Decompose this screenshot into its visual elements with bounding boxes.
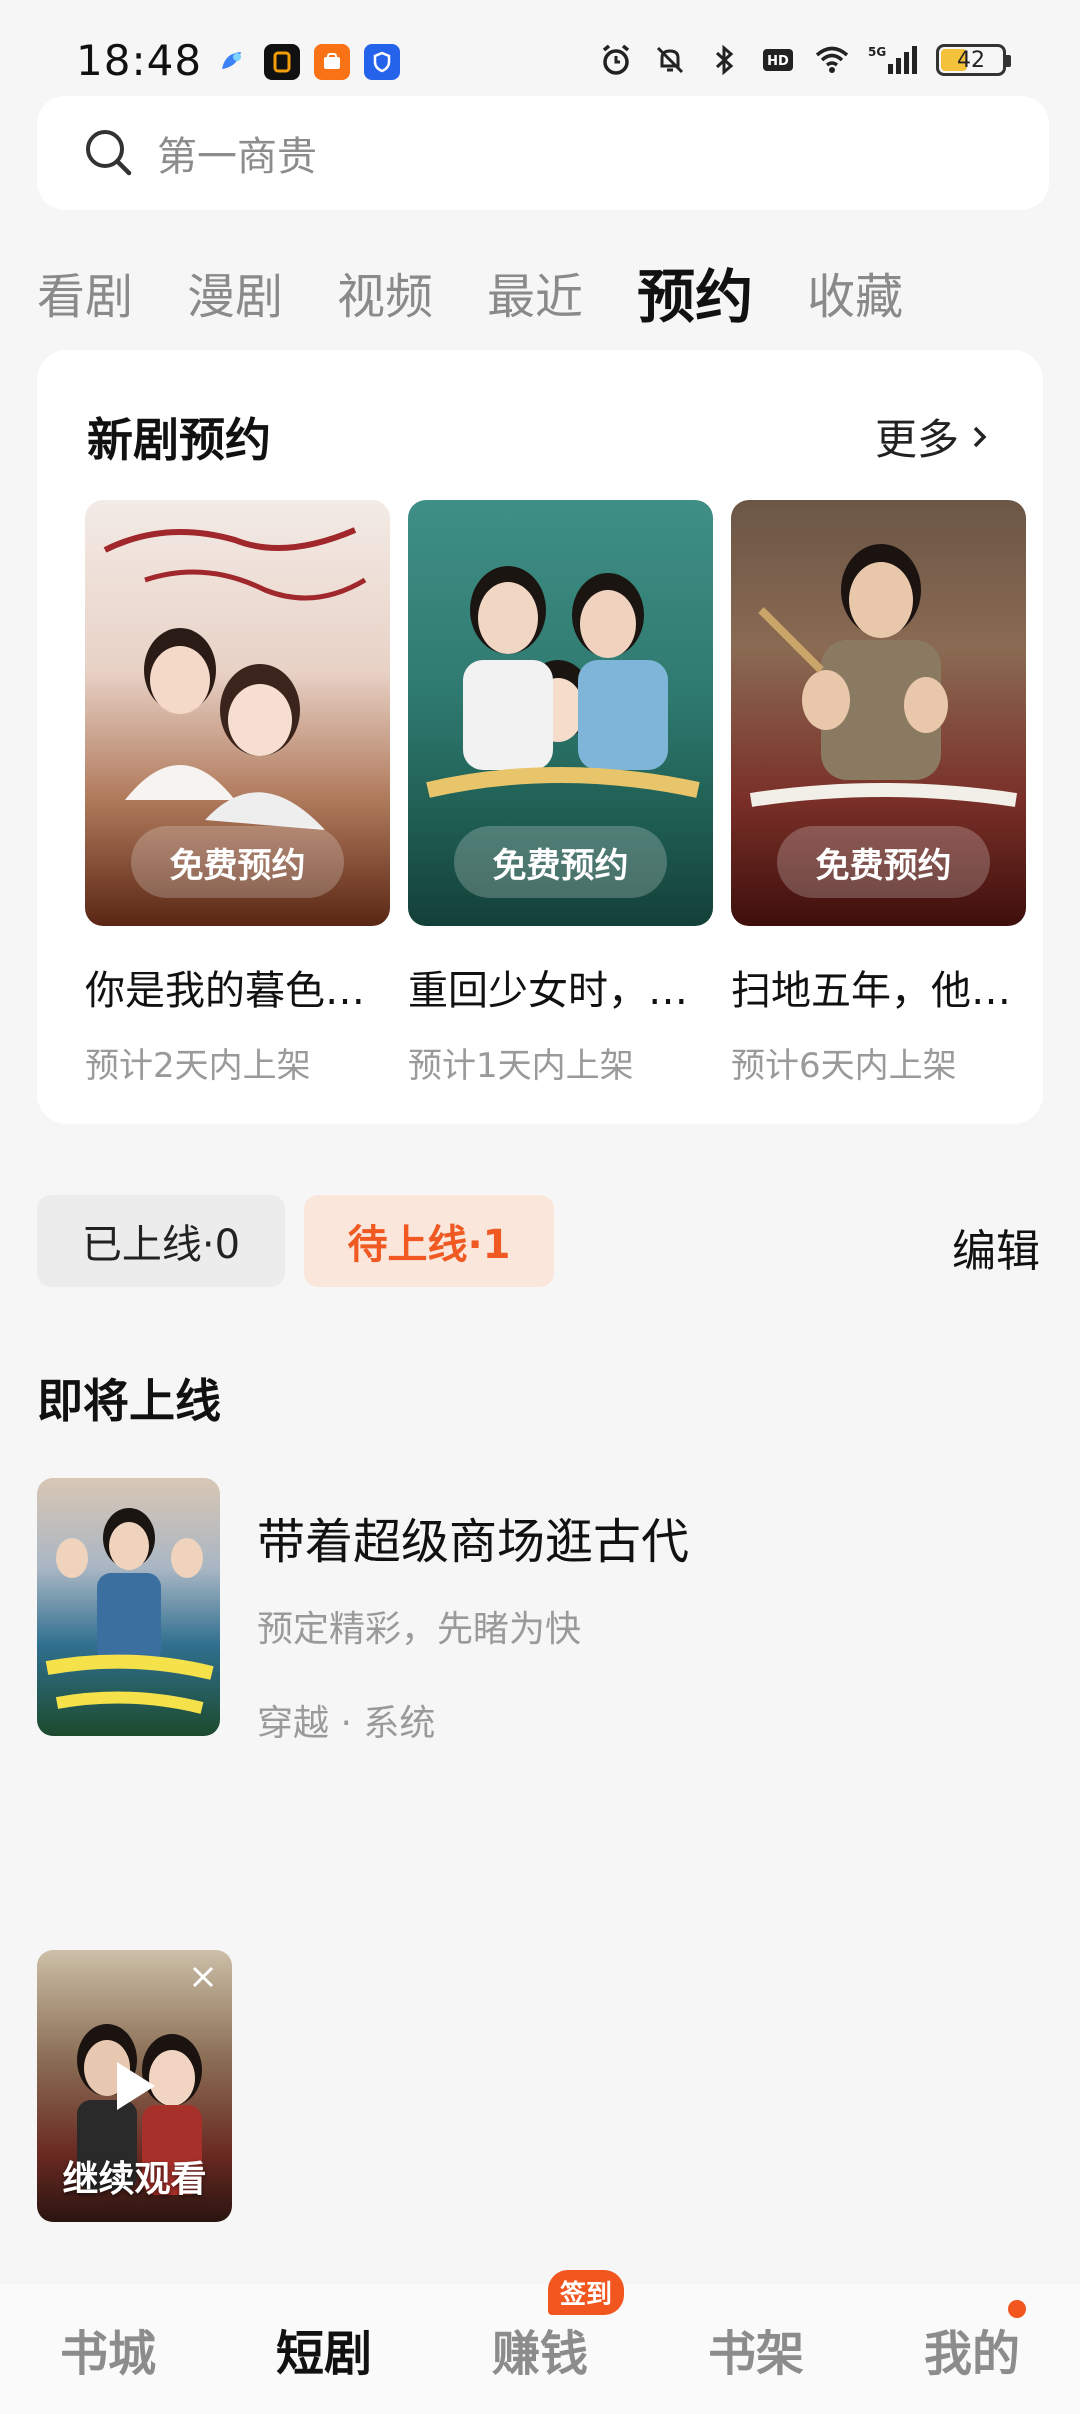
shield-app-icon <box>364 44 400 80</box>
poster-image[interactable]: 免费预约 <box>731 500 1026 926</box>
free-reserve-button[interactable]: 免费预约 <box>454 826 667 898</box>
svg-text:HD: HD <box>767 54 789 69</box>
mute-icon <box>656 46 684 74</box>
nav-earn[interactable]: 赚钱 签到 <box>440 2270 640 2384</box>
upcoming-item[interactable]: 带着超级商场逛古代 预定精彩，先睹为快 穿越 · 系统 <box>37 1478 689 1746</box>
drama-title: 你是我的暮色黯然 <box>85 968 380 1014</box>
nav-short-drama[interactable]: 短剧 <box>224 2314 424 2384</box>
play-icon[interactable] <box>109 2058 159 2114</box>
nav-earn-label: 赚钱 <box>491 2326 588 2382</box>
nav-bookshelf[interactable]: 书架 <box>656 2314 856 2384</box>
nav-bookstore[interactable]: 书城 <box>8 2314 208 2384</box>
tab-reservation[interactable]: 预约 <box>637 250 753 334</box>
more-label: 更多 <box>874 415 959 464</box>
upcoming-thumbnail[interactable] <box>37 1478 220 1736</box>
hd-icon: HD <box>763 49 793 71</box>
filter-online-chip[interactable]: 已上线·0 <box>37 1195 285 1287</box>
orange-square-app-icon <box>264 44 300 80</box>
free-reserve-button[interactable]: 免费预约 <box>131 826 344 898</box>
upcoming-title: 带着超级商场逛古代 <box>257 1514 690 1570</box>
battery-indicator: 42 <box>936 44 1011 76</box>
release-estimate: 预计1天内上架 <box>408 1046 634 1086</box>
alarm-icon <box>602 44 630 75</box>
browser-app-icon <box>214 44 250 80</box>
tab-watch[interactable]: 看剧 <box>37 257 133 327</box>
chevron-right-icon <box>973 426 987 447</box>
new-drama-card: 新剧预约 更多 免费预约 你是我的暮色黯然 预计2天内上架 免费预约 重回少女时… <box>37 350 1043 1124</box>
drama-item[interactable]: 免费预约 你是我的暮色黯然 预计2天内上架 <box>85 500 390 1087</box>
more-link[interactable]: 更多 <box>875 406 991 467</box>
drama-item[interactable]: 免费预约 扫地五年，他竟是 预计6天内上架 <box>731 500 1026 1087</box>
shop-app-icon <box>314 44 350 80</box>
tab-favorites[interactable]: 收藏 <box>807 257 903 327</box>
release-estimate: 预计2天内上架 <box>85 1046 311 1086</box>
poster-list: 免费预约 你是我的暮色黯然 预计2天内上架 免费预约 重回少女时，被 预计1天内… <box>85 500 1026 1087</box>
drama-item[interactable]: 免费预约 重回少女时，被弃之子 预计1天内上架 <box>408 500 713 1087</box>
battery-level: 42 <box>957 47 985 73</box>
section-title: 即将上线 <box>37 1374 221 1428</box>
notification-dot <box>1008 2300 1026 2318</box>
upcoming-tags: 穿越 · 系统 <box>257 1703 436 1744</box>
continue-watching-label: 继续观看 <box>62 2159 207 2200</box>
continue-watching-widget[interactable]: 继续观看 <box>37 1950 232 2222</box>
drama-title: 重回少女时，被弃之子 <box>408 968 703 1014</box>
tab-video[interactable]: 视频 <box>337 257 433 327</box>
checkin-badge: 签到 <box>548 2270 625 2315</box>
tab-comic-drama[interactable]: 漫剧 <box>187 257 283 327</box>
status-time: 18:48 <box>76 36 203 85</box>
bluetooth-icon <box>715 44 734 76</box>
search-bar[interactable]: 第一商贵 <box>37 96 1049 210</box>
drama-title: 扫地五年，他竟是 <box>731 968 1021 1014</box>
poster-image[interactable]: 免费预约 <box>408 500 713 926</box>
tab-recent[interactable]: 最近 <box>487 257 583 327</box>
filter-pending-chip[interactable]: 待上线·1 <box>304 1195 554 1287</box>
bottom-navigation: 书城 短剧 赚钱 签到 书架 我的 <box>0 2270 1080 2414</box>
poster-image[interactable]: 免费预约 <box>85 500 390 926</box>
status-notification-icons <box>214 44 400 80</box>
nav-mine-label: 我的 <box>923 2326 1020 2382</box>
status-bar: 18:48 HD 5G 42 <box>0 0 1080 90</box>
search-placeholder: 第一商贵 <box>157 134 317 180</box>
edit-button[interactable]: 编辑 <box>952 1215 1040 1279</box>
free-reserve-button[interactable]: 免费预约 <box>777 826 990 898</box>
svg-text:5G: 5G <box>868 45 886 59</box>
signal-5g-icon: 5G <box>868 45 917 74</box>
release-estimate: 预计6天内上架 <box>731 1046 957 1086</box>
upcoming-description: 预定精彩，先睹为快 <box>257 1609 582 1650</box>
wifi-icon <box>815 46 849 73</box>
card-title: 新剧预约 <box>87 413 271 467</box>
nav-mine[interactable]: 我的 <box>872 2300 1072 2384</box>
category-tabs: 看剧 漫剧 视频 最近 预约 收藏 <box>37 250 957 334</box>
close-icon[interactable] <box>188 1962 218 1992</box>
search-icon <box>86 130 132 176</box>
status-system-icons: HD 5G 42 <box>598 42 1011 78</box>
